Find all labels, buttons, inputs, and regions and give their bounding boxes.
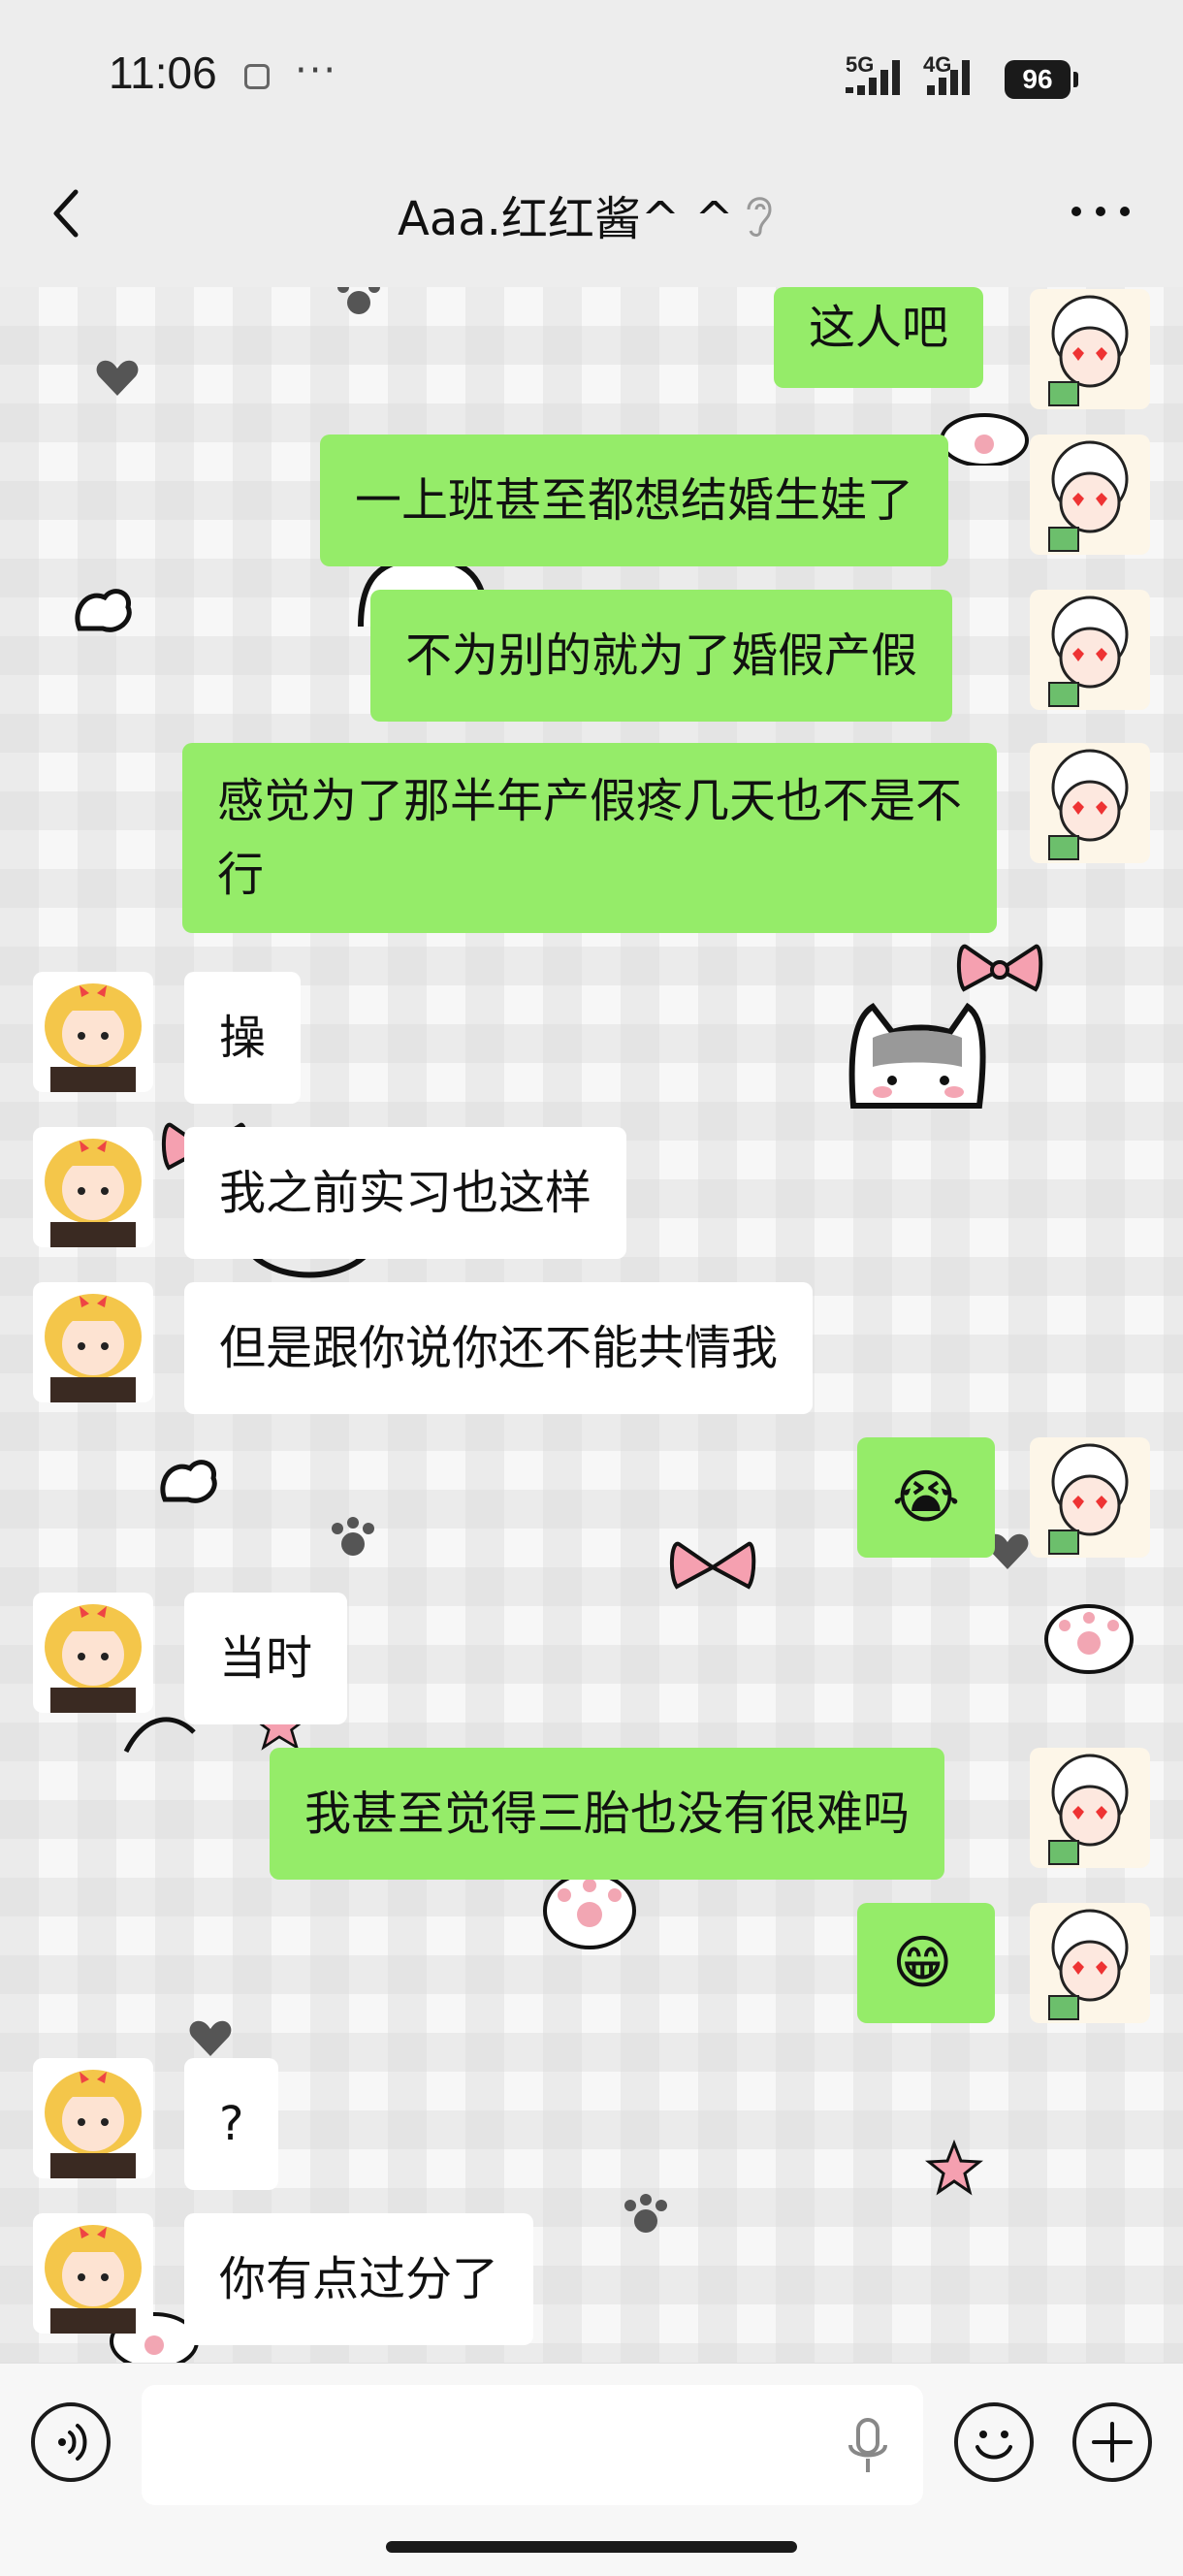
contact-avatar[interactable] [33, 1593, 153, 1713]
paw-decoration-icon [332, 1517, 374, 1556]
contact-avatar[interactable] [33, 1282, 153, 1402]
chat-messages-area[interactable]: 这人吧 一上班甚至都想结婚生娃了 不为别的就为了婚假产假 感觉为了那半年产假疼几… [0, 287, 1183, 2363]
more-menu-icon[interactable] [1067, 192, 1135, 231]
contact-message-bubble[interactable]: 操 [184, 972, 302, 1104]
signal-4g-icon [927, 60, 970, 95]
contact-message-bubble[interactable]: 我之前实习也这样 [184, 1127, 627, 1259]
contact-message-bubble[interactable]: 但是跟你说你还不能共情我 [184, 1282, 814, 1414]
my-message-bubble[interactable]: 感觉为了那半年产假疼几天也不是不行 [182, 743, 997, 933]
star-decoration-icon [925, 2140, 983, 2196]
my-emoji-bubble[interactable]: 😭 [857, 1437, 995, 1558]
ear-mode-icon [747, 197, 772, 237]
contact-avatar[interactable] [33, 972, 153, 1092]
paw-decoration-icon [624, 2194, 667, 2233]
my-avatar[interactable] [1030, 1437, 1150, 1558]
heart-decoration-icon [189, 2020, 232, 2056]
cat-face-decoration-icon [848, 1002, 986, 1109]
my-avatar[interactable] [1030, 743, 1150, 863]
smiley-icon [975, 2431, 1012, 2460]
my-avatar[interactable] [1030, 289, 1150, 409]
more-actions-button[interactable] [1072, 2402, 1152, 2482]
status-time: 11:06 [109, 48, 217, 98]
paw-decoration-icon [337, 287, 380, 314]
contact-avatar[interactable] [33, 2058, 153, 2178]
back-arrow-icon[interactable] [39, 184, 97, 242]
notification-icon [244, 64, 270, 89]
message-input[interactable] [142, 2385, 923, 2505]
grinning-emoji-icon: 😁 [892, 1929, 953, 1997]
status-bar: 11:06 ··· 5G 4G 96 [0, 0, 1183, 145]
my-message-bubble[interactable]: 这人吧 [774, 287, 984, 388]
voice-input-button[interactable] [31, 2402, 111, 2482]
microphone-icon[interactable] [844, 2416, 892, 2478]
bow-decoration-icon [670, 1541, 756, 1590]
battery-indicator: 96 [1005, 60, 1078, 99]
paw-decoration-icon [1044, 1604, 1134, 1674]
wing-decoration-icon [75, 589, 132, 632]
chat-title: Aaa.红红酱^ ^ [398, 192, 734, 246]
status-more-icon: ··· [295, 48, 338, 93]
plus-icon [1092, 2422, 1133, 2463]
my-avatar[interactable] [1030, 1748, 1150, 1868]
emoji-button[interactable] [954, 2402, 1034, 2482]
bow-decoration-icon [957, 944, 1043, 992]
my-avatar[interactable] [1030, 590, 1150, 710]
heart-decoration-icon [96, 360, 139, 396]
my-message-bubble[interactable]: 我甚至觉得三胎也没有很难吗 [270, 1748, 945, 1880]
contact-message-bubble[interactable]: ? [184, 2058, 279, 2190]
my-avatar[interactable] [1030, 1903, 1150, 2023]
crying-emoji-icon: 😭 [892, 1464, 961, 1531]
voice-wave-icon [58, 2424, 87, 2461]
my-message-bubble[interactable]: 不为别的就为了婚假产假 [370, 590, 953, 722]
signal-5g-icon [846, 60, 900, 95]
contact-message-bubble[interactable]: 当时 [184, 1593, 348, 1724]
contact-avatar[interactable] [33, 1127, 153, 1247]
chat-header: Aaa.红红酱^ ^ [0, 145, 1183, 287]
my-message-bubble[interactable]: 一上班甚至都想结婚生娃了 [320, 435, 949, 566]
my-avatar[interactable] [1030, 435, 1150, 555]
wing-decoration-icon [160, 1460, 217, 1503]
contact-message-bubble[interactable]: 你有点过分了 [184, 2213, 534, 2345]
home-indicator[interactable] [386, 2541, 797, 2553]
contact-avatar[interactable] [33, 2213, 153, 2334]
my-emoji-bubble[interactable]: 😁 [857, 1903, 995, 2023]
